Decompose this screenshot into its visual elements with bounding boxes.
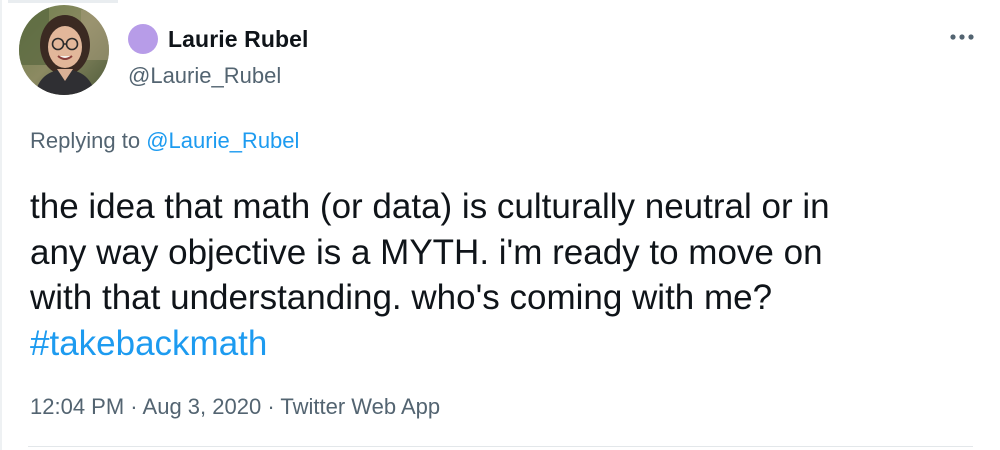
bottom-divider <box>28 446 973 447</box>
tweet-line: with that understanding. who's coming wi… <box>30 278 773 317</box>
user-handle[interactable]: @Laurie_Rubel <box>128 63 309 89</box>
more-options-button[interactable] <box>945 20 979 54</box>
tweet-card: Laurie Rubel @Laurie_Rubel Replying to @… <box>0 0 1000 450</box>
display-name[interactable]: Laurie Rubel <box>168 26 309 53</box>
author-info: Laurie Rubel @Laurie_Rubel <box>128 22 309 89</box>
replying-to: Replying to @Laurie_Rubel <box>30 128 299 154</box>
more-horizontal-icon <box>950 34 974 40</box>
meta-separator: · <box>130 394 138 419</box>
name-row[interactable]: Laurie Rubel <box>128 22 309 56</box>
thread-line <box>0 0 2 450</box>
reply-mention-link[interactable]: @Laurie_Rubel <box>146 128 299 153</box>
avatar-photo <box>19 5 109 95</box>
tweet-line: the idea that math (or data) is cultural… <box>30 187 830 226</box>
tweet-source[interactable]: Twitter Web App <box>280 394 440 419</box>
tweet-line: any way objective is a MYTH. i'm ready t… <box>30 232 823 272</box>
tweet-time[interactable]: 12:04 PM <box>30 394 124 419</box>
tweet-metadata: 12:04 PM · Aug 3, 2020 · Twitter Web App <box>30 394 440 420</box>
replying-prefix: Replying to <box>30 128 141 153</box>
top-divider <box>8 0 118 3</box>
avatar[interactable] <box>19 5 109 95</box>
purple-circle-emoji-icon <box>128 24 158 54</box>
meta-separator: · <box>267 394 275 419</box>
hashtag-link[interactable]: #takebackmath <box>30 321 980 367</box>
tweet-date[interactable]: Aug 3, 2020 <box>143 394 262 419</box>
tweet-text: the idea that math (or data) is cultural… <box>30 184 980 366</box>
